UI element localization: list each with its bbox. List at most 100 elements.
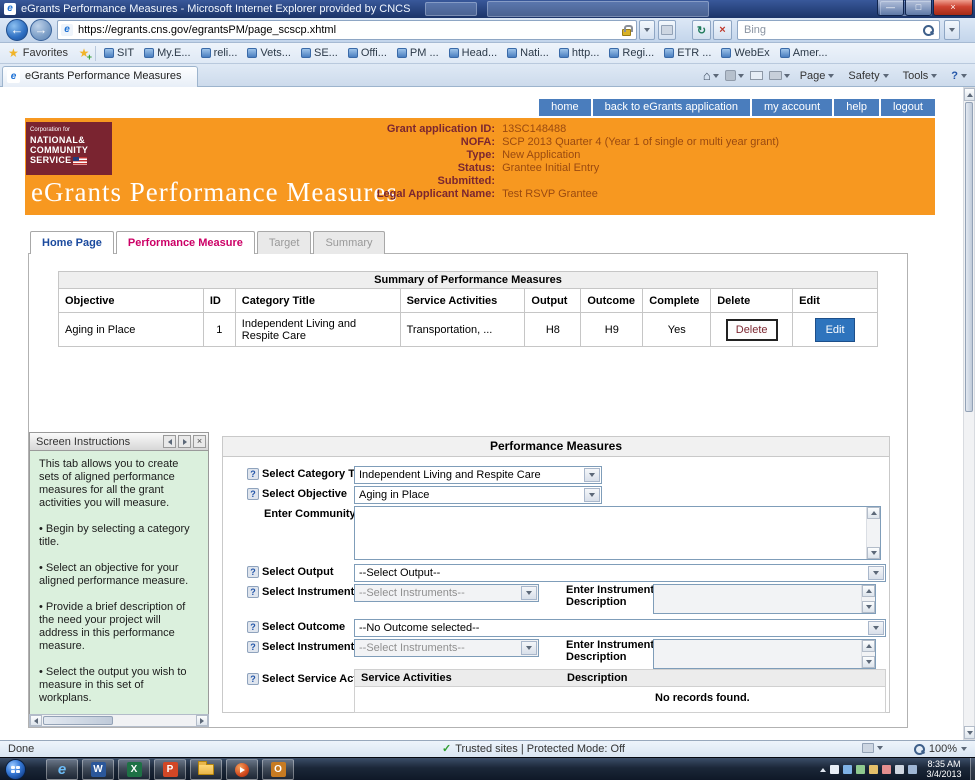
forward-button[interactable]: → (30, 19, 52, 41)
hidden-icons-button[interactable] (820, 768, 826, 772)
topnav-button[interactable]: help (834, 99, 879, 116)
help-icon[interactable]: ? (247, 621, 259, 633)
outcome-select[interactable]: --No Outcome selected-- (354, 619, 886, 637)
safety-menu-button[interactable]: Safety (844, 70, 892, 82)
scroll-left-button[interactable] (163, 435, 176, 448)
help-icon[interactable]: ? (247, 566, 259, 578)
taskbar-ie-button[interactable]: e (46, 759, 78, 780)
tab-home-page[interactable]: Home Page (30, 231, 114, 254)
scroll-left-button[interactable] (30, 715, 42, 726)
tray-icon[interactable] (843, 765, 852, 774)
favorite-item[interactable]: Nati... (502, 44, 554, 63)
show-desktop-button[interactable] (970, 758, 975, 781)
favorite-item[interactable]: Vets... (242, 44, 296, 63)
objective-select[interactable]: Aging in Place (354, 486, 602, 504)
scroll-down-button[interactable] (867, 547, 880, 559)
community-need-textarea[interactable] (354, 506, 881, 560)
refresh-button[interactable]: ↻ (692, 20, 711, 40)
textarea-scrollbar[interactable] (866, 507, 880, 559)
ie-favicon: e (4, 3, 16, 15)
scrollbar-thumb[interactable] (965, 102, 973, 412)
stop-button[interactable]: × (713, 20, 732, 40)
topnav-button[interactable]: my account (752, 99, 832, 116)
textarea-scrollbar (861, 640, 875, 668)
tray-icon[interactable] (882, 765, 891, 774)
scroll-right-button[interactable] (178, 435, 191, 448)
help-icon[interactable]: ? (247, 488, 259, 500)
address-bar: ← → e https://egrants.cns.gov/egrantsPM/… (0, 18, 975, 43)
favorite-item[interactable]: Amer... (775, 44, 833, 63)
scrollbar-thumb[interactable] (43, 716, 113, 725)
instructions-horizontal-scrollbar[interactable] (29, 714, 209, 727)
us-flag-icon (73, 157, 87, 165)
favorites-button[interactable]: ★ Favorites (0, 44, 76, 63)
help-icon[interactable]: ? (247, 641, 259, 653)
summary-column-header: Complete (643, 289, 711, 313)
start-button[interactable] (5, 759, 26, 780)
print-button[interactable] (769, 71, 790, 80)
home-button[interactable]: ⌂ (703, 69, 719, 82)
scroll-right-button[interactable] (196, 715, 208, 726)
favorite-label: Amer... (793, 47, 828, 59)
close-button[interactable]: × (933, 0, 973, 16)
browser-scrollbar[interactable] (963, 87, 975, 740)
category-title-select[interactable]: Independent Living and Respite Care (354, 466, 602, 484)
minimize-button[interactable]: — (877, 0, 904, 16)
scroll-up-button[interactable] (867, 507, 880, 519)
favorite-item[interactable]: SE... (296, 44, 343, 63)
tray-icon[interactable] (869, 765, 878, 774)
url-field[interactable]: e https://egrants.cns.gov/egrantsPM/page… (57, 20, 637, 40)
tray-icon[interactable] (908, 765, 917, 774)
maximize-button[interactable]: □ (905, 0, 932, 16)
tray-icon[interactable] (895, 765, 904, 774)
compatibility-view-button[interactable] (658, 20, 676, 40)
browser-tab[interactable]: e eGrants Performance Measures (2, 66, 198, 87)
output-select[interactable]: --Select Output-- (354, 564, 886, 582)
favorite-item[interactable]: WebEx (716, 44, 774, 63)
grant-info-row: Status: Grantee Initial Entry (310, 162, 930, 175)
zoom-control[interactable]: 100% (914, 741, 967, 757)
help-icon[interactable]: ? (247, 586, 259, 598)
taskbar-folder-button[interactable] (190, 759, 222, 780)
back-button[interactable]: ← (6, 19, 28, 41)
favorite-item[interactable]: Head... (444, 44, 502, 63)
taskbar-media-button[interactable] (226, 759, 258, 780)
favorite-item[interactable]: My.E... (139, 44, 195, 63)
favorite-item[interactable]: reli... (196, 44, 243, 63)
search-input[interactable]: Bing (737, 20, 940, 40)
add-to-favorites-button[interactable]: ★ + (76, 45, 92, 61)
help-icon[interactable]: ? (247, 673, 259, 685)
delete-button[interactable]: Delete (726, 319, 778, 341)
favorite-item[interactable]: Regi... (604, 44, 659, 63)
edit-button[interactable]: Edit (815, 318, 855, 342)
taskbar-excel-button[interactable]: X (118, 759, 150, 780)
favorite-item[interactable]: Offi... (343, 44, 392, 63)
tab-performance-measure[interactable]: Performance Measure (116, 231, 255, 254)
url-dropdown-button[interactable] (639, 20, 655, 40)
taskbar-word-button[interactable]: W (82, 759, 114, 780)
clock[interactable]: 8:35 AM 3/4/2013 (921, 759, 967, 779)
scroll-down-button[interactable] (964, 726, 975, 739)
taskbar-powerpoint-button[interactable]: P (154, 759, 186, 780)
close-instructions-button[interactable]: × (193, 435, 206, 448)
tools-menu-button[interactable]: Tools (899, 70, 942, 82)
search-dropdown-button[interactable] (944, 20, 960, 40)
topnav-button[interactable]: back to eGrants application (593, 99, 750, 116)
search-icon[interactable] (923, 25, 934, 36)
favorite-item[interactable]: PM ... (392, 44, 444, 63)
topnav-button[interactable]: home (539, 99, 591, 116)
topnav-button[interactable]: logout (881, 99, 935, 116)
tray-icon[interactable] (856, 765, 865, 774)
read-mail-button[interactable] (750, 71, 763, 80)
favorite-item[interactable]: SIT (99, 44, 139, 63)
scroll-up-button[interactable] (964, 88, 975, 101)
taskbar-outlook-button[interactable]: O (262, 759, 294, 780)
favorite-item[interactable]: ETR ... (659, 44, 716, 63)
page-mode-control[interactable] (862, 743, 883, 753)
tray-icon[interactable] (830, 765, 839, 774)
favorite-item[interactable]: http... (554, 44, 605, 63)
help-icon[interactable]: ? (247, 468, 259, 480)
feeds-button[interactable] (725, 70, 744, 81)
page-menu-button[interactable]: Page (796, 70, 839, 82)
help-menu-button[interactable]: ? (947, 70, 971, 82)
